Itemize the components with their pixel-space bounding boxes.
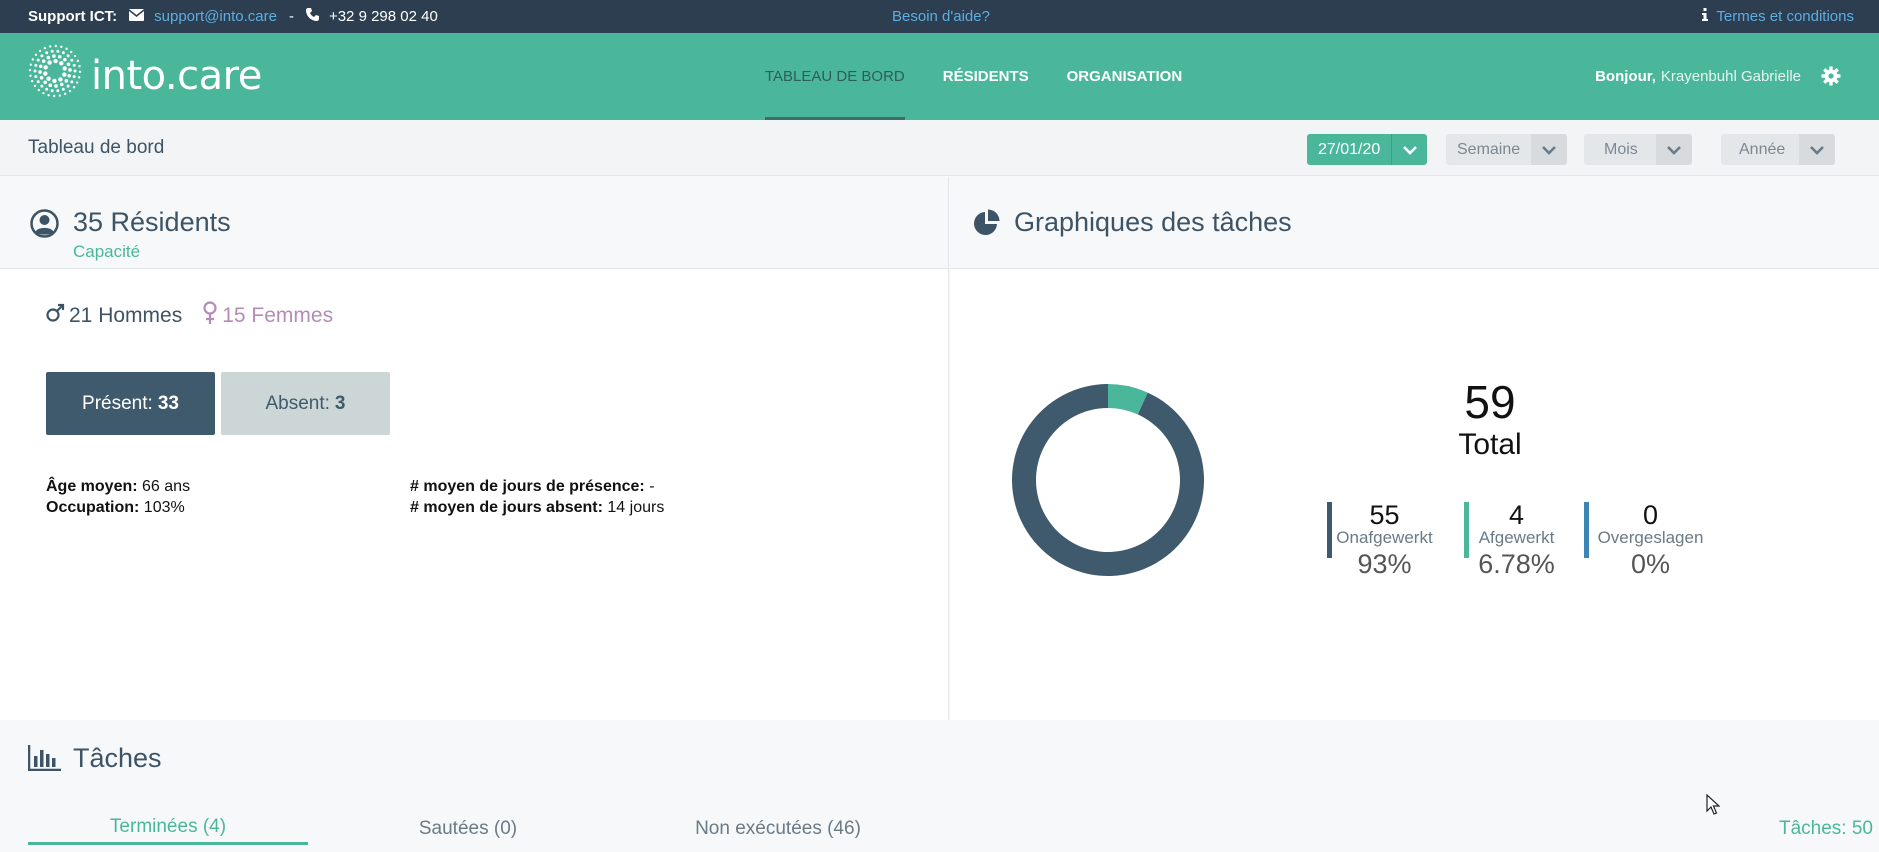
men-count: 21 Hommes	[45, 303, 182, 329]
year-selector[interactable]: Année	[1721, 134, 1836, 165]
support-bar: Support ICT: support@into.care - +32 9 2…	[0, 0, 1879, 33]
nav-organisation[interactable]: ORGANISATION	[1067, 33, 1183, 120]
task-total: 59 Total	[1390, 377, 1590, 463]
page-subheader: Tableau de bord 27/01/20 Semaine Mois An…	[0, 120, 1879, 176]
total-label: Total	[1458, 428, 1522, 461]
presence-days-label: # moyen de jours de présence:	[410, 478, 645, 495]
chevron-down-icon[interactable]	[1655, 134, 1692, 165]
legend-onafgewerkt-pct: 93%	[1357, 549, 1412, 579]
user-circle-icon	[30, 209, 59, 243]
logo[interactable]: into.care	[27, 44, 262, 105]
gender-breakdown: 21 Hommes 15 Femmes	[45, 301, 333, 331]
support-email-link[interactable]: support@into.care	[154, 8, 277, 25]
main-header: into.care TABLEAU DE BORD RÉSIDENTS ORGA…	[0, 33, 1879, 120]
tab-skipped[interactable]: Sautées (0)	[388, 812, 548, 845]
total-value: 59	[1464, 376, 1516, 428]
legend-afgewerkt-pct: 6.78%	[1478, 549, 1555, 579]
women-count: 15 Femmes	[202, 301, 333, 331]
male-icon	[45, 303, 65, 329]
legend-afgewerkt-label: Afgewerkt	[1478, 528, 1555, 547]
present-label: Présent:	[82, 392, 153, 414]
legend-overgeslagen-label: Overgeslagen	[1597, 528, 1704, 547]
residents-panel: 35 Résidents Capacité 21 Hommes 15 Femme…	[0, 177, 949, 720]
legend-overgeslagen-pct: 0%	[1630, 549, 1671, 579]
pie-chart-icon	[973, 209, 1000, 241]
nav-residents[interactable]: RÉSIDENTS	[943, 33, 1029, 120]
absent-value: 3	[334, 392, 346, 414]
legend-afgewerkt-value: 4	[1508, 500, 1525, 530]
absent-days-value: 14 jours	[607, 499, 665, 516]
absent-days-label: # moyen de jours absent:	[410, 499, 603, 516]
user-greeting[interactable]: Bonjour, Krayenbuhl Gabrielle	[1595, 33, 1801, 120]
legend-overgeslagen: 0 Overgeslagen 0%	[1584, 500, 1712, 579]
main-nav: TABLEAU DE BORD RÉSIDENTS ORGANISATION	[765, 33, 1220, 120]
page-title: Tableau de bord	[28, 137, 165, 158]
separator: -	[288, 8, 294, 25]
greeting-label: Bonjour,	[1595, 68, 1656, 85]
week-label: Semaine	[1457, 140, 1521, 158]
average-age-label: Âge moyen:	[46, 478, 138, 495]
help-link[interactable]: Besoin d'aide?	[892, 8, 990, 25]
terms-link[interactable]: Termes et conditions	[1716, 8, 1854, 25]
gear-icon[interactable]	[1821, 66, 1843, 88]
residents-title: 35 Résidents	[73, 207, 231, 237]
chevron-down-icon[interactable]	[1799, 134, 1836, 165]
absent-label: Absent:	[265, 392, 330, 414]
month-selector[interactable]: Mois	[1584, 134, 1692, 165]
date-value: 27/01/20	[1318, 140, 1381, 158]
residents-panel-header: 35 Résidents Capacité	[0, 177, 948, 269]
date-selector[interactable]: 27/01/20	[1307, 134, 1428, 165]
presence-days-value: -	[649, 478, 655, 495]
men-label: 21 Hommes	[69, 304, 183, 327]
legend-onafgewerkt-label: Onafgewerkt	[1336, 528, 1433, 547]
absent-button[interactable]: Absent: 3	[221, 372, 390, 435]
week-selector[interactable]: Semaine	[1446, 134, 1568, 165]
average-age-value: 66 ans	[142, 478, 191, 495]
task-donut-chart[interactable]	[1010, 382, 1206, 583]
tasks-title: Tâches	[73, 743, 162, 773]
average-absent-days: # moyen de jours absent: 14 jours	[410, 499, 664, 517]
present-value: 33	[157, 392, 179, 414]
chevron-down-icon[interactable]	[1531, 134, 1568, 165]
capacity-link[interactable]: Capacité	[73, 242, 140, 262]
year-label: Année	[1739, 140, 1786, 158]
bar-chart-icon	[27, 745, 61, 776]
mouse-cursor-icon	[1706, 793, 1721, 821]
legend-onafgewerkt: 55 Onafgewerkt 93%	[1327, 500, 1437, 579]
task-graph-title: Graphiques des tâches	[1014, 207, 1292, 237]
women-label: 15 Femmes	[222, 304, 334, 327]
month-label: Mois	[1604, 140, 1638, 158]
support-label: Support ICT:	[28, 8, 118, 25]
mail-icon	[128, 8, 145, 25]
tab-not-executed[interactable]: Non exécutées (46)	[678, 812, 878, 845]
occupation-label: Occupation:	[46, 499, 140, 516]
logo-text: into.care	[91, 53, 262, 99]
sunburst-logo-icon	[27, 43, 83, 109]
phone-icon	[305, 8, 319, 25]
task-graph-panel: Graphiques des tâches 59 Total 55 Onafge…	[950, 177, 1879, 720]
donut-svg	[1012, 384, 1204, 576]
user-name: Krayenbuhl Gabrielle	[1660, 68, 1801, 85]
present-button[interactable]: Présent: 33	[46, 372, 215, 435]
legend-onafgewerkt-value: 55	[1369, 500, 1400, 530]
tasks-count: Tâches: 50	[1779, 817, 1873, 839]
tasks-section: Tâches Terminées (4) Sautées (0) Non exé…	[0, 721, 1879, 852]
donut-slice-onafgewerkt[interactable]	[1012, 384, 1204, 576]
tab-completed[interactable]: Terminées (4)	[28, 812, 308, 845]
average-presence-days: # moyen de jours de présence: -	[410, 478, 655, 496]
nav-dashboard[interactable]: TABLEAU DE BORD	[765, 33, 905, 120]
legend-afgewerkt: 4 Afgewerkt 6.78%	[1464, 500, 1564, 579]
support-phone: +32 9 298 02 40	[328, 8, 438, 25]
average-age: Âge moyen: 66 ans	[46, 478, 190, 496]
occupation: Occupation: 103%	[46, 499, 185, 517]
chevron-down-icon[interactable]	[1391, 134, 1427, 165]
female-icon	[202, 301, 218, 331]
occupation-value: 103%	[143, 499, 185, 516]
info-icon	[1702, 8, 1709, 25]
task-graph-header: Graphiques des tâches	[950, 177, 1879, 269]
legend-overgeslagen-value: 0	[1642, 500, 1659, 530]
